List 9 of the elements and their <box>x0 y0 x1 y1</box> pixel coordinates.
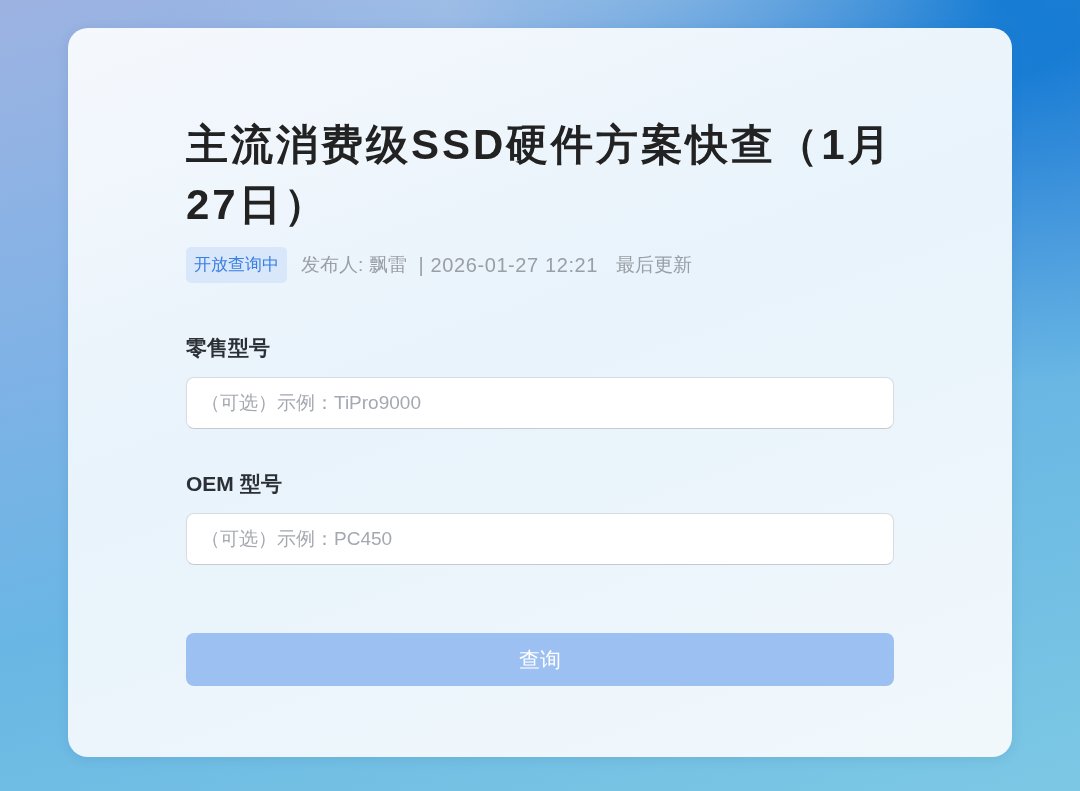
status-badge: 开放查询中 <box>186 247 287 283</box>
publisher-text: 发布人: 飘雷 <box>301 253 407 277</box>
publish-date: | 2026-01-27 12:21 <box>418 253 599 278</box>
update-note: 最后更新 <box>616 253 693 277</box>
page-title: 主流消费级SSD硬件方案快查（1月27日） <box>186 120 894 230</box>
input-field[interactable]: （可选）示例：TiPro9000 <box>186 377 894 429</box>
field-label: 零售型号 <box>186 335 270 361</box>
field-label: OEM 型号 <box>186 471 282 497</box>
input-field[interactable]: （可选）示例：PC450 <box>186 513 894 565</box>
